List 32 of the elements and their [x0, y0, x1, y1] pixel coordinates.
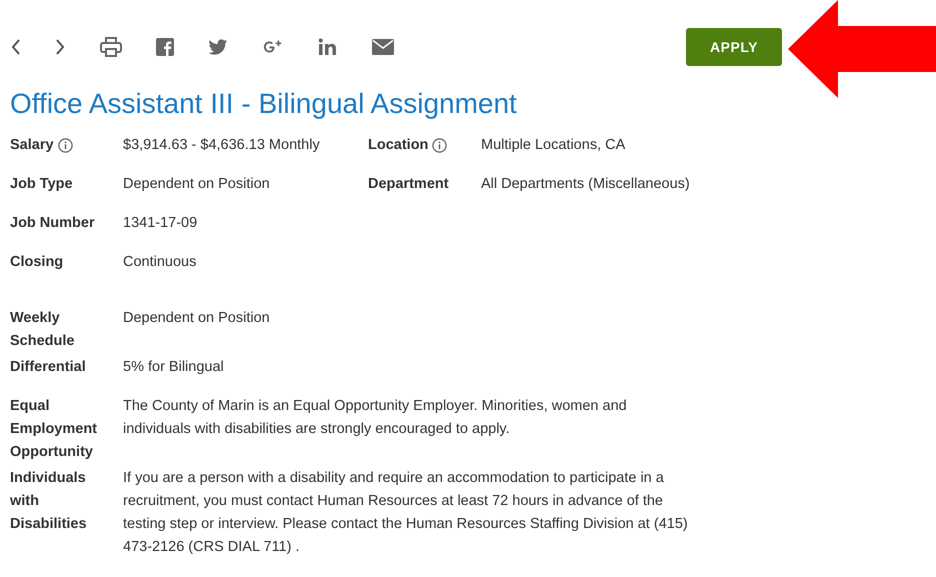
field-label: Salary	[10, 136, 54, 155]
field-value: 1341-17-09	[123, 214, 198, 233]
arrow-icon	[788, 0, 936, 98]
linkedin-icon[interactable]	[318, 38, 338, 56]
field-label: Differential	[10, 358, 86, 377]
field-value: Multiple Locations, CA	[481, 136, 626, 155]
field-value: Dependent on Position	[123, 309, 271, 328]
field-value: Continuous	[123, 253, 198, 272]
info-icon[interactable]	[58, 138, 73, 153]
field-label: Closing	[10, 253, 64, 272]
info-icon[interactable]	[432, 138, 448, 153]
next-icon[interactable]	[54, 38, 66, 56]
field-label: Weekly Schedule	[10, 309, 76, 351]
mail-icon[interactable]	[372, 39, 394, 55]
facebook-icon[interactable]	[156, 38, 174, 56]
field-value: All Departments (Miscellaneous)	[481, 175, 691, 194]
field-label: Individuals with Disabilities	[10, 469, 88, 534]
field-value: $3,914.63 - $4,636.13 Monthly	[123, 136, 321, 155]
field-label: Equal Employment Opportunity	[10, 397, 98, 462]
field-value: 5% for Bilingual	[123, 358, 225, 377]
field-label: Job Type	[10, 175, 73, 194]
field-label: Job Number	[10, 214, 95, 233]
twitter-icon[interactable]	[208, 38, 228, 56]
job-title: Office Assistant III - Bilingual Assignment	[10, 88, 518, 120]
print-icon[interactable]	[100, 37, 122, 57]
field-label: Location	[368, 136, 428, 155]
field-label: Department	[368, 175, 449, 194]
field-value: Dependent on Position	[123, 175, 271, 194]
previous-icon[interactable]	[10, 38, 22, 56]
field-value: If you are a person with a disability and require an accommodation to participate in a recruitment, you must contact Human Resources at least 72 hours in advance of the testing step or interview. Please contact the Human Resources Staffing Division at (415) 473-2126 (CRS DIAL 711) .	[123, 469, 689, 557]
field-value: The County of Marin is an Equal Opportunity Employer. Minorities, women and individuals with disabilities are strongly encouraged to apply.	[123, 397, 628, 439]
apply-button[interactable]: APPLY	[686, 28, 782, 66]
